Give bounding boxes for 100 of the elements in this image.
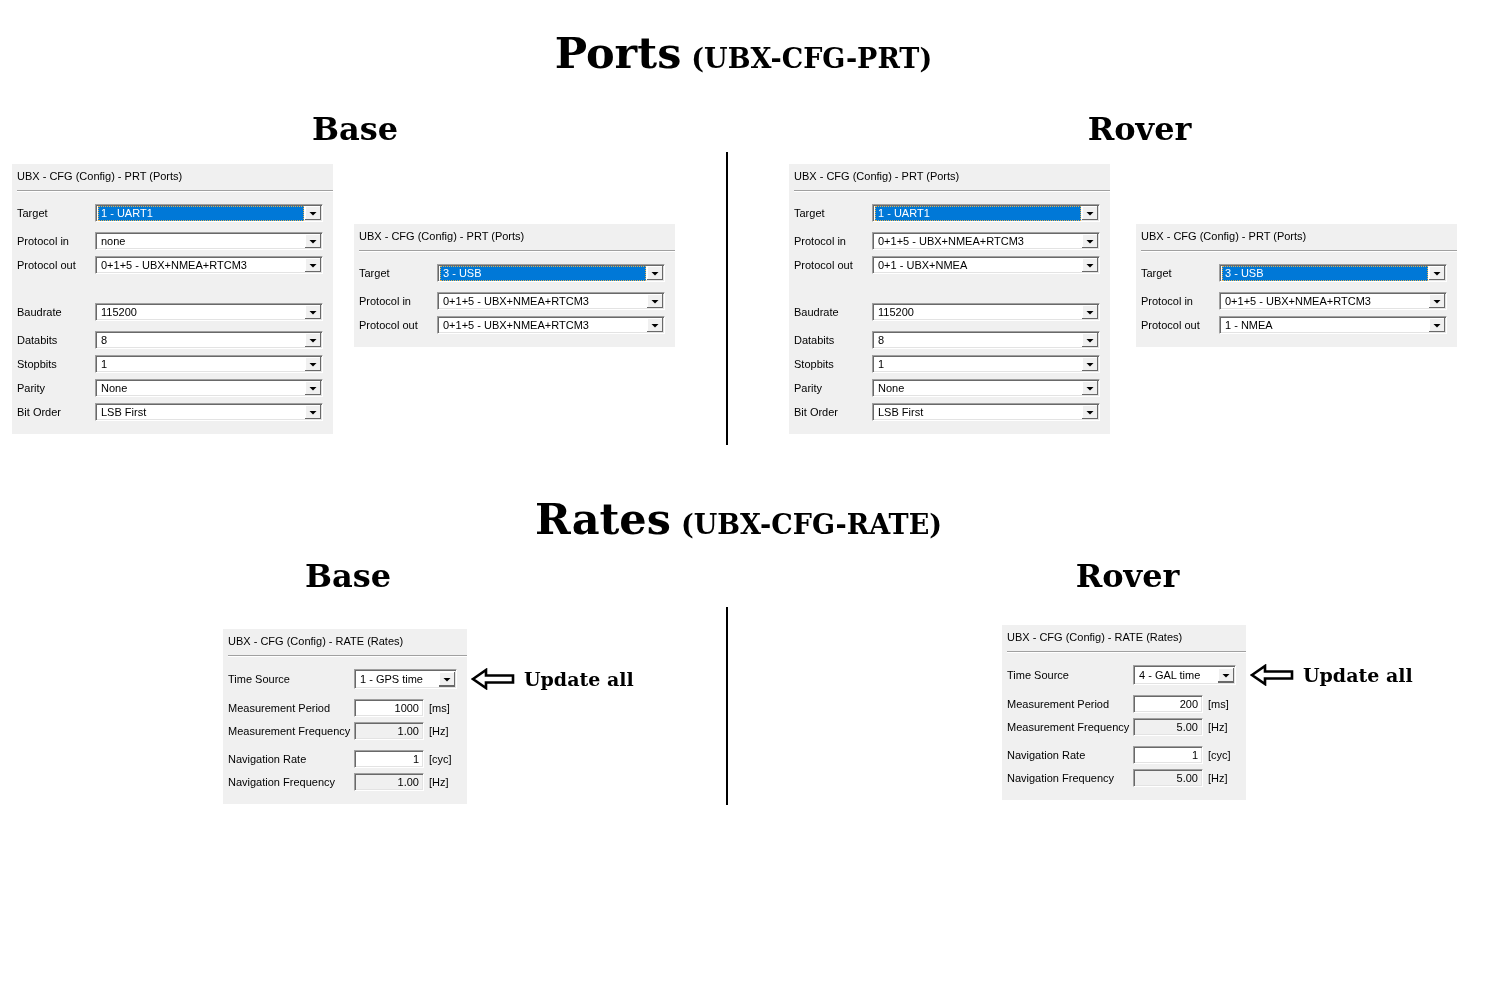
dropdown-caret-icon[interactable] — [647, 266, 663, 280]
dropdown-caret-icon[interactable] — [1082, 305, 1098, 319]
dropdown[interactable]: 8 — [95, 331, 323, 349]
dropdown[interactable]: LSB First — [95, 403, 323, 421]
dropdown[interactable]: none — [95, 232, 323, 250]
field-label: Baudrate — [17, 305, 63, 319]
dropdown[interactable]: None — [872, 379, 1100, 397]
field-label: Protocol in — [359, 294, 412, 308]
dropdown-caret-icon[interactable] — [1082, 381, 1098, 395]
dropdown[interactable]: 0+1+5 - UBX+NMEA+RTCM3 — [95, 256, 323, 274]
field-label: Protocol in — [794, 234, 847, 248]
panel-title: UBX - CFG (Config) - PRT (Ports) — [359, 230, 525, 243]
section-subtitle: (UBX-CFG-RATE) — [680, 509, 943, 541]
column-heading: Rover — [1075, 557, 1180, 595]
field-label: Databits — [17, 333, 59, 347]
field-label: Parity — [17, 381, 47, 395]
dropdown-caret-icon[interactable] — [305, 333, 321, 347]
left-arrow-icon — [1250, 664, 1294, 686]
field-label: Navigation Frequency — [1007, 771, 1115, 785]
field-label: Navigation Frequency — [228, 775, 336, 789]
dropdown-caret-icon[interactable] — [647, 294, 663, 308]
number-field[interactable]: 200 — [1133, 695, 1203, 713]
field-label: Measurement Period — [1007, 697, 1111, 711]
dropdown[interactable]: 1 - NMEA — [1219, 316, 1447, 334]
number-field[interactable]: 1 — [1133, 746, 1203, 764]
dropdown-caret-icon[interactable] — [305, 206, 321, 220]
unit-label: [Hz] — [429, 775, 449, 789]
dropdown-caret-icon[interactable] — [305, 357, 321, 371]
dropdown[interactable]: 3 - USB — [1219, 264, 1447, 282]
annotation-text: Update all — [1303, 663, 1413, 687]
field-label: Bit Order — [17, 405, 62, 419]
dropdown-caret-icon[interactable] — [647, 318, 663, 332]
dropdown-caret-icon[interactable] — [305, 234, 321, 248]
dropdown-caret-icon[interactable] — [1082, 357, 1098, 371]
dropdown-caret-icon[interactable] — [1082, 333, 1098, 347]
dropdown[interactable]: 1 - GPS time — [354, 669, 457, 689]
field-label: Parity — [794, 381, 824, 395]
unit-label: [ms] — [1208, 697, 1229, 711]
unit-label: [Hz] — [1208, 720, 1228, 734]
field-label: Stopbits — [794, 357, 835, 371]
dropdown[interactable]: 1 - UART1 — [872, 204, 1100, 222]
dropdown-caret-icon[interactable] — [439, 671, 455, 687]
dropdown-caret-icon[interactable] — [1082, 258, 1098, 272]
dropdown-caret-icon[interactable] — [1429, 294, 1445, 308]
section-subtitle: (UBX-CFG-PRT) — [691, 43, 933, 75]
dropdown-caret-icon[interactable] — [305, 305, 321, 319]
dropdown-caret-icon[interactable] — [1429, 318, 1445, 332]
dropdown[interactable]: 115200 — [95, 303, 323, 321]
dropdown[interactable]: 0+1 - UBX+NMEA — [872, 256, 1100, 274]
dropdown[interactable]: 115200 — [872, 303, 1100, 321]
field-label: Target — [359, 266, 391, 280]
dropdown-caret-icon[interactable] — [305, 258, 321, 272]
field-label: Protocol out — [794, 258, 854, 272]
field-label: Stopbits — [17, 357, 58, 371]
field-label: Target — [794, 206, 826, 220]
number-field[interactable]: 1000 — [354, 699, 424, 717]
field-label: Protocol out — [1141, 318, 1201, 332]
dropdown-caret-icon[interactable] — [1429, 266, 1445, 280]
section-title: Ports — [554, 27, 682, 79]
panel-title: UBX - CFG (Config) - PRT (Ports) — [1141, 230, 1307, 243]
field-label: Protocol in — [1141, 294, 1194, 308]
column-heading: Base — [304, 557, 392, 595]
dropdown-caret-icon[interactable] — [1082, 405, 1098, 419]
dropdown[interactable]: LSB First — [872, 403, 1100, 421]
dropdown[interactable]: 8 — [872, 331, 1100, 349]
field-label: Measurement Period — [228, 701, 332, 715]
dropdown-caret-icon[interactable] — [1218, 667, 1234, 683]
field-label: Protocol out — [359, 318, 419, 332]
number-field[interactable]: 5.00 — [1133, 769, 1203, 787]
field-label: Databits — [794, 333, 836, 347]
number-field[interactable]: 1.00 — [354, 773, 424, 791]
section-title: Rates — [534, 493, 671, 545]
dropdown[interactable]: 0+1+5 - UBX+NMEA+RTCM3 — [872, 232, 1100, 250]
dropdown[interactable]: 1 - UART1 — [95, 204, 323, 222]
dropdown[interactable]: 0+1+5 - UBX+NMEA+RTCM3 — [437, 316, 665, 334]
field-label: Navigation Rate — [228, 752, 308, 766]
panel-title: UBX - CFG (Config) - RATE (Rates) — [228, 635, 404, 648]
dropdown-caret-icon[interactable] — [1082, 206, 1098, 220]
dropdown[interactable]: 4 - GAL time — [1133, 665, 1236, 685]
field-label: Protocol out — [17, 258, 77, 272]
number-field[interactable]: 1.00 — [354, 722, 424, 740]
panel-title: UBX - CFG (Config) - PRT (Ports) — [794, 170, 960, 183]
dropdown[interactable]: 0+1+5 - UBX+NMEA+RTCM3 — [1219, 292, 1447, 310]
unit-label: [cyc] — [1208, 748, 1231, 762]
field-label: Target — [1141, 266, 1173, 280]
dropdown-caret-icon[interactable] — [305, 381, 321, 395]
dropdown-caret-icon[interactable] — [305, 405, 321, 419]
dropdown[interactable]: None — [95, 379, 323, 397]
number-field[interactable]: 5.00 — [1133, 718, 1203, 736]
dropdown[interactable]: 1 — [872, 355, 1100, 373]
unit-label: [cyc] — [429, 752, 452, 766]
dropdown[interactable]: 1 — [95, 355, 323, 373]
left-arrow-icon — [471, 668, 515, 690]
panel-title: UBX - CFG (Config) - PRT (Ports) — [17, 170, 183, 183]
number-field[interactable]: 1 — [354, 750, 424, 768]
unit-label: [Hz] — [429, 724, 449, 738]
dropdown-caret-icon[interactable] — [1082, 234, 1098, 248]
dropdown[interactable]: 0+1+5 - UBX+NMEA+RTCM3 — [437, 292, 665, 310]
dropdown[interactable]: 3 - USB — [437, 264, 665, 282]
field-label: Measurement Frequency — [1007, 720, 1131, 734]
